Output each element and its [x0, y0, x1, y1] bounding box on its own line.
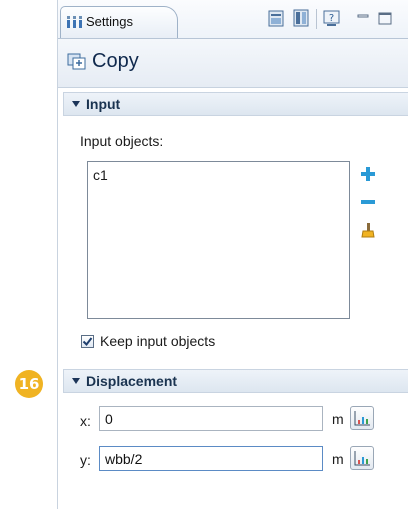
collapse-arrow-icon — [72, 101, 80, 107]
y-label: y: — [80, 452, 91, 468]
step-badge: 16 — [15, 370, 43, 398]
x-unit: m — [332, 411, 344, 427]
clear-selection-icon[interactable] — [360, 222, 376, 238]
collapse-arrow-icon — [72, 378, 80, 384]
input-objects-list[interactable]: c1 — [87, 161, 350, 319]
y-plot-button[interactable] — [350, 446, 374, 470]
svg-text:?: ? — [329, 13, 334, 24]
section-label: Displacement — [86, 373, 178, 389]
x-label: x: — [80, 413, 91, 429]
y-displacement-field[interactable] — [99, 446, 323, 471]
build-selected-icon[interactable] — [267, 8, 287, 28]
input-objects-label: Input objects: — [80, 133, 164, 149]
minimize-icon[interactable] — [354, 8, 374, 28]
help-icon[interactable]: ? — [322, 8, 342, 28]
tab-settings[interactable]: Settings — [60, 6, 178, 38]
x-displacement-field[interactable] — [99, 406, 323, 431]
x-plot-button[interactable] — [350, 406, 374, 430]
section-label: Input — [86, 96, 121, 112]
node-title-row: Copy — [58, 39, 408, 88]
remove-icon[interactable] — [360, 194, 376, 210]
page-title: Copy — [92, 50, 139, 72]
tab-label: Settings — [86, 14, 133, 29]
tab-strip: Settings ? — [58, 0, 408, 39]
settings-tab-icon — [67, 16, 82, 28]
y-unit: m — [332, 451, 344, 467]
toolbar-separator — [316, 9, 317, 29]
list-item[interactable]: c1 — [93, 167, 108, 183]
checkmark-icon — [82, 337, 93, 347]
settings-window: 16 Settings ? Copy Input Input objects: … — [0, 0, 408, 509]
build-all-icon[interactable] — [291, 8, 311, 28]
keep-input-objects-label: Keep input objects — [100, 333, 216, 349]
settings-panel: Settings ? Copy Input Input objects: c1 … — [57, 0, 408, 509]
add-icon[interactable] — [360, 166, 376, 182]
plot-icon — [354, 411, 370, 426]
plot-icon — [354, 451, 370, 466]
maximize-icon[interactable] — [376, 8, 396, 28]
keep-input-objects-checkbox[interactable] — [81, 335, 94, 348]
input-section-header[interactable]: Input — [63, 92, 408, 116]
displacement-section-header[interactable]: Displacement — [63, 369, 408, 393]
copy-icon — [67, 53, 86, 70]
